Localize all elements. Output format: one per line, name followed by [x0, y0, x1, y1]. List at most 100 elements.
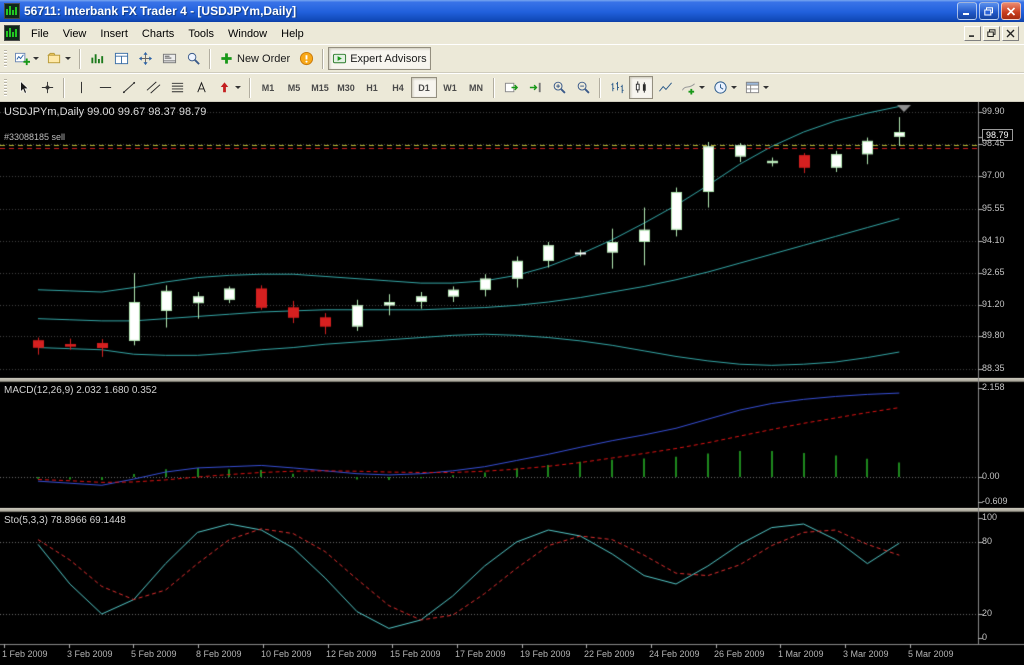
menu-window[interactable]: Window	[221, 25, 274, 43]
date-label: 15 Feb 2009	[390, 649, 441, 659]
price-tick-label: 94.10	[982, 235, 1005, 245]
text-tool-button[interactable]	[189, 76, 213, 99]
timeframe-h4-button[interactable]: H4	[385, 77, 411, 98]
chart-shift-button[interactable]	[523, 76, 547, 99]
templates-button[interactable]	[741, 76, 773, 99]
terminal-button[interactable]	[157, 47, 181, 70]
mdi-close-button[interactable]	[1002, 26, 1019, 41]
app-icon	[4, 3, 20, 19]
date-label: 3 Mar 2009	[843, 649, 889, 659]
timeframe-w1-button[interactable]: W1	[437, 77, 463, 98]
charts-toolbar: M1 M5M15 M30 H1 H4 D1 W1MN	[0, 73, 1024, 102]
price-tick-label: 95.55	[982, 203, 1005, 213]
timeframe-mn-button[interactable]: MN	[463, 77, 489, 98]
price-chart-canvas[interactable]	[0, 102, 1024, 665]
dropdown-arrow-icon[interactable]	[235, 86, 241, 89]
chart-system-icon[interactable]	[4, 25, 20, 41]
button-label: M30	[337, 83, 355, 93]
timeframe-h1-button[interactable]: H1	[359, 77, 385, 98]
toolbar-separator	[63, 78, 65, 98]
data-window-button[interactable]	[109, 47, 133, 70]
vertical-line-button[interactable]	[69, 76, 93, 99]
fibonacci-button[interactable]	[165, 76, 189, 99]
mdi-minimize-button[interactable]	[964, 26, 981, 41]
navigator-icon	[138, 51, 153, 66]
bar-chart-button[interactable]	[605, 76, 629, 99]
menu-view[interactable]: View	[56, 25, 94, 43]
autoscroll-icon	[504, 80, 519, 95]
dropdown-arrow-icon[interactable]	[763, 86, 769, 89]
toolbar-grip[interactable]	[4, 79, 7, 97]
trendline-button[interactable]	[117, 76, 141, 99]
dropdown-arrow-icon[interactable]	[731, 86, 737, 89]
timeframe-m5-button[interactable]: M5	[281, 77, 307, 98]
date-label: 22 Feb 2009	[584, 649, 635, 659]
market-watch-button[interactable]	[85, 47, 109, 70]
periods-button[interactable]	[709, 76, 741, 99]
button-label: H4	[392, 83, 404, 93]
expert-advisors-button[interactable]: Expert Advisors	[328, 47, 430, 70]
template-icon	[745, 80, 760, 95]
clock-icon	[713, 80, 728, 95]
timeframe-m30-button[interactable]: M30	[333, 77, 359, 98]
mt4-window: 56711: Interbank FX Trader 4 - [USDJPYm,…	[0, 0, 1024, 665]
chart-region: USDJPYm,Daily 99.00 99.67 98.37 98.79 #3…	[0, 102, 1024, 665]
marketwatch-icon	[90, 51, 105, 66]
date-label: 8 Feb 2009	[196, 649, 242, 659]
auto-scroll-button[interactable]	[499, 76, 523, 99]
dropdown-arrow-icon[interactable]	[699, 86, 705, 89]
timeframe-m1-button[interactable]: M1	[255, 77, 281, 98]
menu-items: FileViewInsertChartsToolsWindowHelp	[24, 24, 311, 42]
dropdown-arrow-icon[interactable]	[33, 57, 39, 60]
terminal-icon	[162, 51, 177, 66]
profiles-button[interactable]	[43, 47, 75, 70]
crosshair-icon	[40, 80, 55, 95]
menu-insert[interactable]: Insert	[93, 25, 135, 43]
hline-icon	[98, 80, 113, 95]
mdi-window-controls	[964, 26, 1022, 41]
alert-button[interactable]	[294, 47, 318, 70]
date-label: 17 Feb 2009	[455, 649, 506, 659]
datawindow-icon	[114, 51, 129, 66]
navigator-button[interactable]	[133, 47, 157, 70]
price-tick-label: 98.45	[982, 138, 1005, 148]
chart-ohlc-header: USDJPYm,Daily 99.00 99.67 98.37 98.79	[4, 106, 206, 118]
minimize-button[interactable]	[957, 2, 977, 20]
indicators-icon	[681, 80, 696, 95]
cursor-button[interactable]	[11, 76, 35, 99]
channel-button[interactable]	[141, 76, 165, 99]
date-label: 1 Mar 2009	[778, 649, 824, 659]
new-chart-button[interactable]	[11, 47, 43, 70]
date-label: 3 Feb 2009	[67, 649, 113, 659]
close-button[interactable]	[1001, 2, 1021, 20]
timeframe-m15-button[interactable]: M15	[307, 77, 333, 98]
date-label: 19 Feb 2009	[520, 649, 571, 659]
indicators-button[interactable]	[677, 76, 709, 99]
toolbar-separator	[599, 78, 601, 98]
zoom-out-button[interactable]	[571, 76, 595, 99]
title-bar: 56711: Interbank FX Trader 4 - [USDJPYm,…	[0, 0, 1024, 22]
mdi-restore-button[interactable]	[983, 26, 1000, 41]
arrows-tool-button[interactable]	[213, 76, 245, 99]
horizontal-line-button[interactable]	[93, 76, 117, 99]
restore-button[interactable]	[979, 2, 999, 20]
strategy-tester-button[interactable]	[181, 47, 205, 70]
menu-help[interactable]: Help	[274, 25, 311, 43]
vline-icon	[74, 80, 89, 95]
candlestick-chart-button[interactable]	[629, 76, 653, 99]
menu-tools[interactable]: Tools	[181, 25, 221, 43]
button-label: D1	[418, 83, 430, 93]
linechart-icon	[658, 80, 673, 95]
timeframe-d1-button[interactable]: D1	[411, 77, 437, 98]
new-order-button[interactable]: New Order	[215, 47, 294, 70]
line-chart-button[interactable]	[653, 76, 677, 99]
menu-file[interactable]: File	[24, 25, 56, 43]
dropdown-arrow-icon[interactable]	[65, 57, 71, 60]
menu-charts[interactable]: Charts	[135, 25, 181, 43]
button-label: M1	[262, 83, 275, 93]
toolbar-grip[interactable]	[4, 50, 7, 68]
crosshair-button[interactable]	[35, 76, 59, 99]
chartshift-icon	[528, 80, 543, 95]
zoom-in-button[interactable]	[547, 76, 571, 99]
macd-tick-label: 0.00	[982, 471, 1000, 481]
